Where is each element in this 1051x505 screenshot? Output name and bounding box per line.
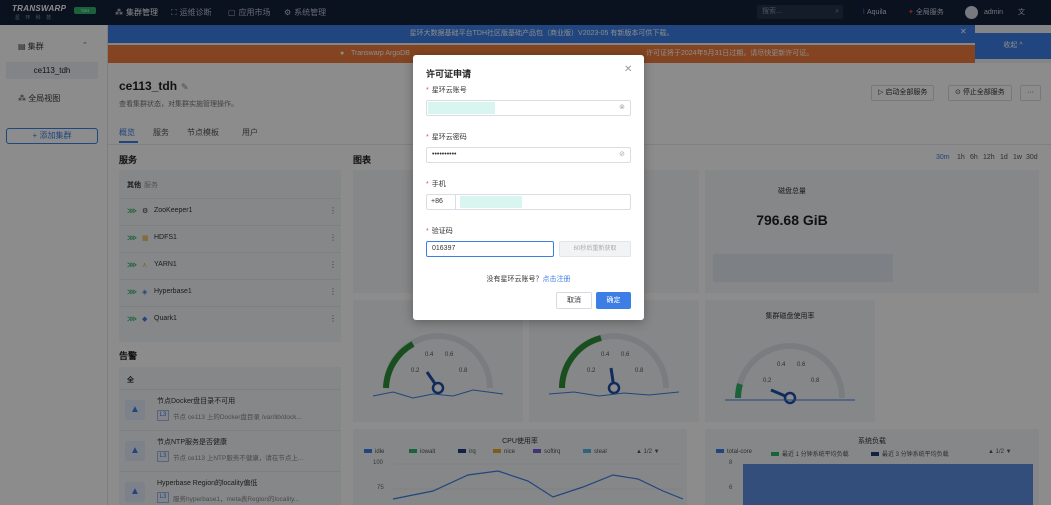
dialog-title: 许可证申请 bbox=[426, 69, 472, 79]
account-label-text: 星环云账号 bbox=[431, 87, 467, 94]
required-marker: * bbox=[426, 181, 429, 188]
eye-off-icon[interactable]: ⊘ bbox=[619, 148, 625, 162]
phone-label: * 手机 bbox=[426, 179, 446, 189]
password-label: * 星环云密码 bbox=[426, 132, 467, 142]
required-marker: * bbox=[426, 134, 429, 141]
account-input[interactable]: ⊗ bbox=[426, 100, 631, 116]
required-marker: * bbox=[426, 87, 429, 94]
redacted-value bbox=[460, 196, 522, 208]
phone-country-code[interactable]: +86 bbox=[426, 194, 456, 210]
password-value: •••••••••• bbox=[432, 151, 457, 158]
clear-icon[interactable]: ⊗ bbox=[619, 101, 625, 115]
no-account-text: 没有星环云账号？ bbox=[486, 276, 543, 283]
confirm-button[interactable]: 确定 bbox=[596, 292, 631, 309]
resend-code-button[interactable]: 60秒后重新获取 bbox=[559, 241, 631, 257]
redacted-value bbox=[428, 102, 495, 114]
code-label-text: 验证码 bbox=[431, 228, 453, 235]
phone-input[interactable] bbox=[456, 194, 631, 210]
verification-code-input[interactable]: 016397 bbox=[426, 241, 554, 257]
code-label: * 验证码 bbox=[426, 226, 453, 236]
required-marker: * bbox=[426, 228, 429, 235]
register-prompt: 没有星环云账号？点击注册 bbox=[413, 274, 644, 284]
phone-label-text: 手机 bbox=[431, 181, 446, 188]
register-link[interactable]: 点击注册 bbox=[543, 276, 571, 283]
account-label: * 星环云账号 bbox=[426, 85, 467, 95]
cancel-button[interactable]: 取消 bbox=[556, 292, 592, 309]
password-label-text: 星环云密码 bbox=[431, 134, 467, 141]
license-apply-dialog: 许可证申请 ✕ * 星环云账号 ⊗ * 星环云密码 •••••••••• ⊘ * 手机… bbox=[413, 55, 644, 320]
password-input[interactable]: •••••••••• ⊘ bbox=[426, 147, 631, 163]
close-icon[interactable]: ✕ bbox=[624, 64, 632, 75]
